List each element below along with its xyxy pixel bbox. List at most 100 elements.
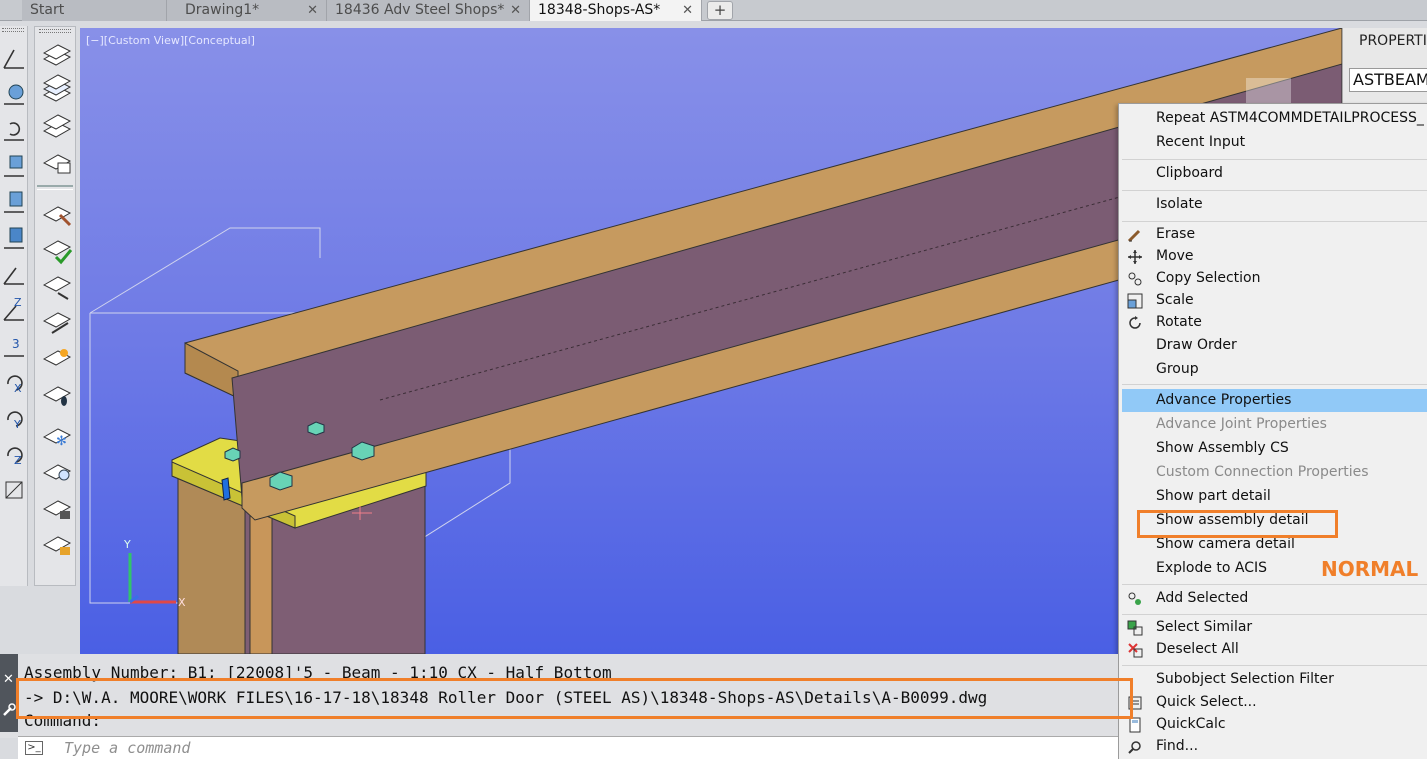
- menu-item-repeat[interactable]: Repeat ASTM4COMMDETAILPROCESS_: [1156, 110, 1424, 126]
- ucs-3point-icon[interactable]: [0, 220, 28, 254]
- properties-palette: PROPERTIES ASTBEAM: [1342, 28, 1427, 108]
- menu-item-draw-order[interactable]: Draw Order: [1156, 337, 1237, 353]
- layer-match-icon[interactable]: [38, 197, 74, 231]
- copy-icon: [1127, 271, 1143, 287]
- layer-freeze-icon[interactable]: [38, 341, 74, 375]
- svg-text:X: X: [14, 382, 22, 395]
- layer-change-icon[interactable]: [38, 269, 74, 303]
- menu-item-subobject-selection-filter[interactable]: Subobject Selection Filter: [1156, 671, 1334, 687]
- properties-title: PROPERTIES: [1359, 33, 1427, 49]
- menu-item-group[interactable]: Group: [1156, 361, 1199, 377]
- menu-item-add-selected[interactable]: Add Selected: [1156, 590, 1248, 606]
- ucs-settings-icon[interactable]: [0, 472, 28, 506]
- tab-drawing1[interactable]: Drawing1* ✕: [167, 0, 327, 21]
- tab-label: 18436 Adv Steel Shops*: [335, 2, 505, 18]
- document-tab-bar: Start Drawing1* ✕ 18436 Adv Steel Shops*…: [0, 0, 1427, 21]
- ucs-world-icon[interactable]: [0, 40, 28, 74]
- layer-bulb-icon[interactable]: [38, 455, 74, 489]
- toolbar-grip[interactable]: [39, 29, 71, 33]
- menu-item-quickcalc[interactable]: QuickCalc: [1156, 716, 1226, 732]
- ucs-x-label: X: [178, 596, 186, 609]
- rotate-z-icon[interactable]: Z: [0, 436, 28, 470]
- layer-snowflake-icon[interactable]: ✻: [38, 419, 74, 453]
- rotate-y-icon[interactable]: Y: [0, 400, 28, 434]
- menu-item-erase[interactable]: Erase: [1156, 226, 1195, 242]
- close-icon[interactable]: ✕: [510, 0, 521, 21]
- menu-item-custom-connection-properties[interactable]: Custom Connection Properties: [1156, 464, 1369, 480]
- add-selected-icon: [1127, 591, 1143, 607]
- command-prompt-icon[interactable]: >_: [25, 741, 43, 755]
- menu-item-select-similar[interactable]: Select Similar: [1156, 619, 1252, 635]
- menu-item-advance-joint-properties[interactable]: Advance Joint Properties: [1156, 416, 1327, 432]
- viewport-controls-label[interactable]: [−][Custom View][Conceptual]: [86, 34, 255, 47]
- toolbar-separator: [37, 185, 73, 190]
- settings-wrench-icon[interactable]: [1, 702, 17, 718]
- ucs-z-axis-icon[interactable]: Z: [0, 292, 28, 326]
- erase-icon: [1127, 227, 1143, 243]
- svg-text:3: 3: [12, 337, 20, 351]
- menu-item-find[interactable]: Find...: [1156, 738, 1198, 754]
- menu-item-deselect-all[interactable]: Deselect All: [1156, 641, 1239, 657]
- ucs-view-icon[interactable]: [0, 76, 28, 110]
- menu-item-scale[interactable]: Scale: [1156, 292, 1194, 308]
- close-icon[interactable]: ✕: [3, 672, 14, 687]
- ucs-previous-icon[interactable]: [0, 112, 28, 146]
- menu-item-quick-select[interactable]: Quick Select...: [1156, 694, 1257, 710]
- ucs-3-icon[interactable]: 3: [0, 328, 28, 362]
- menu-separator: [1122, 665, 1427, 666]
- layer-edit-icon[interactable]: [38, 305, 74, 339]
- menu-item-advance-properties[interactable]: Advance Properties: [1156, 392, 1291, 408]
- layer-lock-icon[interactable]: [38, 491, 74, 525]
- layer-unlock-icon[interactable]: [38, 527, 74, 561]
- menu-item-explode-to-acis[interactable]: Explode to ACIS: [1156, 560, 1267, 576]
- weld-marker: [221, 477, 231, 501]
- ucs-origin-icon[interactable]: [0, 256, 28, 290]
- menu-item-copy-selection[interactable]: Copy Selection: [1156, 270, 1260, 286]
- rotate-icon: [1127, 315, 1143, 331]
- ucs-face-icon[interactable]: [0, 148, 28, 182]
- menu-item-show-assembly-cs[interactable]: Show Assembly CS: [1156, 440, 1289, 456]
- layer-check-icon[interactable]: [38, 233, 74, 267]
- find-icon: [1127, 739, 1143, 755]
- command-input-bar[interactable]: >_ Type a command: [18, 736, 1118, 759]
- menu-item-move[interactable]: Move: [1156, 248, 1194, 264]
- calculator-icon: [1127, 717, 1143, 733]
- new-tab-button[interactable]: +: [707, 1, 733, 20]
- layer-walk-icon[interactable]: [38, 377, 74, 411]
- menu-separator: [1122, 614, 1427, 615]
- tab-18436-adv-steel-shops[interactable]: 18436 Adv Steel Shops* ✕: [327, 0, 530, 21]
- context-menu: Repeat ASTM4COMMDETAILPROCESS_ Recent In…: [1118, 103, 1427, 759]
- tab-label: 18348-Shops-AS*: [538, 2, 661, 18]
- layer-previous-icon[interactable]: [38, 109, 74, 143]
- viewcube[interactable]: [1246, 78, 1291, 104]
- rotate-x-icon[interactable]: X: [0, 364, 28, 398]
- menu-item-clipboard[interactable]: Clipboard: [1156, 165, 1223, 181]
- menu-separator: [1122, 190, 1427, 191]
- tab-label: Drawing1*: [185, 2, 260, 18]
- tab-18348-shops-as[interactable]: 18348-Shops-AS* ✕: [530, 0, 702, 21]
- menu-item-isolate[interactable]: Isolate: [1156, 196, 1203, 212]
- menu-item-show-camera-detail[interactable]: Show camera detail: [1156, 536, 1295, 552]
- annotation-path-box: [16, 678, 1133, 719]
- tab-label: Start: [30, 2, 65, 18]
- svg-text:✻: ✻: [56, 434, 67, 449]
- svg-text:Z: Z: [14, 296, 22, 309]
- ucs-object-icon[interactable]: [0, 184, 28, 218]
- scale-icon: [1127, 293, 1143, 309]
- object-tools-toolbar: ✻: [34, 26, 76, 586]
- tab-start[interactable]: Start: [22, 0, 167, 21]
- command-input[interactable]: Type a command: [64, 739, 190, 757]
- close-icon[interactable]: ✕: [682, 0, 693, 21]
- toolbar-grip[interactable]: [2, 28, 24, 32]
- menu-item-rotate[interactable]: Rotate: [1156, 314, 1202, 330]
- svg-text:Z: Z: [14, 454, 22, 467]
- object-type-select[interactable]: ASTBEAM: [1349, 68, 1427, 92]
- layer-properties-icon[interactable]: [38, 37, 74, 71]
- menu-item-show-part-detail[interactable]: Show part detail: [1156, 488, 1271, 504]
- close-icon[interactable]: ✕: [307, 0, 318, 21]
- ucs-toolbar: Z 3 X Y Z: [0, 26, 28, 586]
- select-similar-icon: [1127, 620, 1143, 636]
- menu-item-recent-input[interactable]: Recent Input: [1156, 134, 1245, 150]
- layer-states-icon[interactable]: [38, 145, 74, 179]
- layer-list-icon[interactable]: [38, 73, 74, 107]
